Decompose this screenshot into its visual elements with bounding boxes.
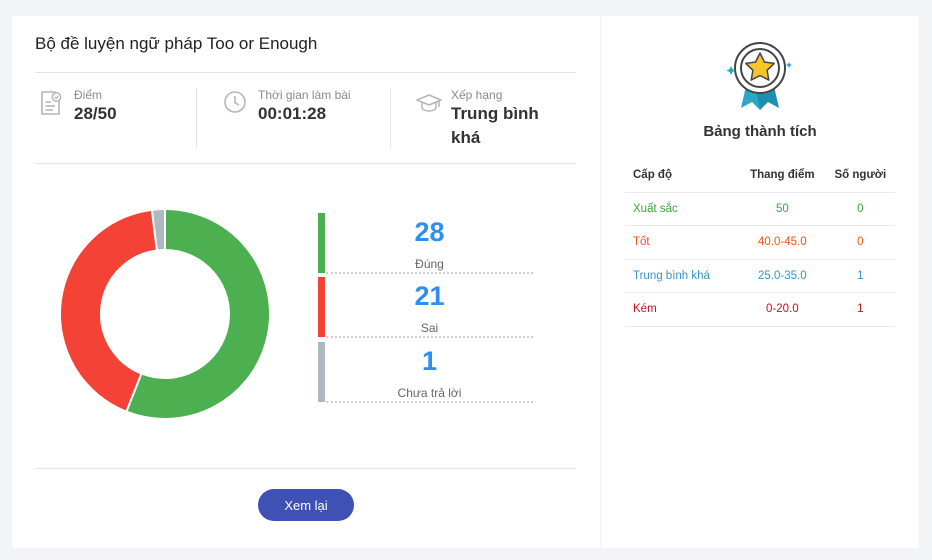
dotted-separator [326, 272, 533, 274]
table-header-row: Cấp độ Thang điểm Số người [625, 159, 895, 193]
range-cell: 50 [739, 192, 826, 226]
medal-icon [726, 42, 792, 110]
people-cell: 1 [825, 259, 895, 293]
legend-correct-bar [318, 213, 325, 273]
people-cell: 0 [825, 192, 895, 226]
rank-label: Xếp hạng [451, 88, 503, 102]
duration-value: 00:01:28 [258, 104, 327, 123]
divider [35, 468, 576, 469]
rank-stat: Xếp hạng Trung bình khá [416, 86, 576, 147]
result-panel: Bộ đề luyện ngữ pháp Too or Enough Điểm … [12, 16, 600, 548]
legend-unanswered: 1 Chưa trả lời [318, 342, 533, 404]
divider [35, 72, 576, 73]
graduation-cap-icon [416, 94, 442, 112]
score-sheet-icon [41, 91, 62, 115]
duration-label: Thời gian làm bài [258, 88, 351, 102]
score-label: Điểm [74, 88, 103, 102]
achievements-table: Cấp độ Thang điểm Số người Xuất sắc 50 0… [625, 159, 895, 327]
people-cell: 1 [825, 292, 895, 327]
unanswered-count: 1 [421, 346, 438, 376]
table-row: Kém 0-20.0 1 [625, 292, 895, 327]
range-cell: 40.0-45.0 [739, 225, 826, 260]
level-cell: Kém [625, 292, 740, 327]
wrong-count: 21 [414, 281, 445, 311]
legend-wrong: 21 Sai [318, 277, 533, 339]
quiz-title: Bộ đề luyện ngữ pháp Too or Enough [35, 34, 318, 53]
range-cell: 25.0-35.0 [739, 259, 826, 293]
table-row: Trung bình khá 25.0-35.0 1 [625, 259, 895, 293]
people-cell: 0 [825, 225, 895, 260]
score-value: 28/50 [74, 104, 117, 123]
legend-correct: 28 Đúng [318, 213, 533, 275]
level-cell: Trung bình khá [625, 259, 740, 293]
score-stat: Điểm 28/50 [39, 86, 189, 146]
rank-value: Trung bình khá [451, 104, 539, 147]
wrong-label: Sai [420, 321, 439, 335]
clock-icon [224, 91, 246, 113]
level-cell: Xuất sắc [625, 192, 740, 226]
divider [35, 163, 576, 164]
review-button[interactable]: Xem lại [258, 489, 354, 521]
achievements-panel: Bảng thành tích Cấp độ Thang điểm Số ngư… [601, 16, 919, 548]
stat-divider [390, 88, 391, 148]
results-donut-chart [59, 208, 271, 420]
range-cell: 0-20.0 [739, 292, 826, 327]
unanswered-label: Chưa trả lời [397, 386, 462, 400]
column-header-level: Cấp độ [625, 159, 740, 193]
duration-stat: Thời gian làm bài 00:01:28 [223, 86, 383, 146]
legend-wrong-bar [318, 277, 325, 337]
correct-label: Đúng [415, 257, 444, 271]
correct-count: 28 [414, 217, 445, 247]
dotted-separator [326, 336, 533, 338]
table-row: Tốt 40.0-45.0 0 [625, 225, 895, 260]
column-header-people: Số người [825, 159, 895, 193]
table-row: Xuất sắc 50 0 [625, 192, 895, 226]
legend-unanswered-bar [318, 342, 325, 402]
column-header-range: Thang điểm [739, 159, 826, 193]
dotted-separator [326, 401, 533, 403]
achievements-title: Bảng thành tích [703, 123, 817, 140]
level-cell: Tốt [625, 225, 740, 260]
stat-divider [196, 88, 197, 148]
